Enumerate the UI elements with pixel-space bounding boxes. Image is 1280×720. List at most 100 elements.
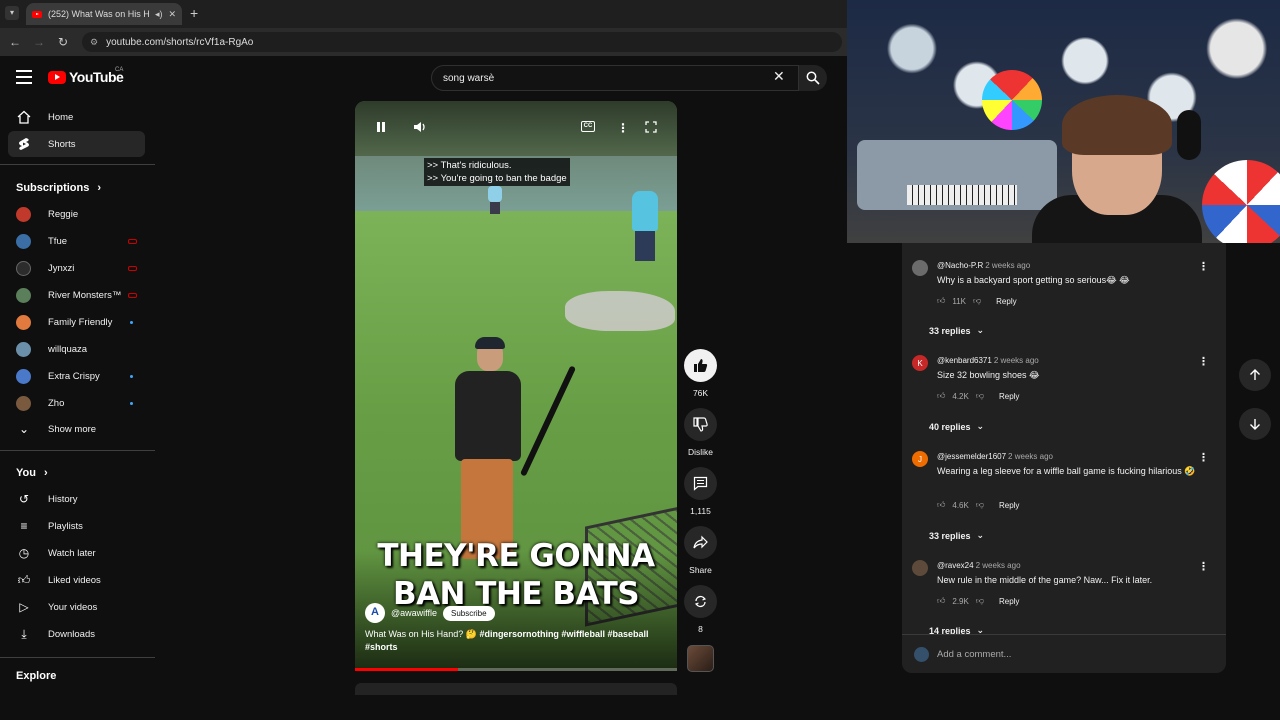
next-short-preview[interactable] [355, 683, 677, 695]
comment-text: Wearing a leg sleeve for a wiffle ball g… [937, 466, 1196, 476]
sidebar-item-sub[interactable]: Tfue [8, 228, 145, 254]
sidebar-item-liked-videos[interactable]: 👍︎ Liked videos [8, 567, 145, 593]
comment-author[interactable]: @jessemelder1607 [937, 452, 1006, 461]
comment-author[interactable]: @Nacho-P.R [937, 261, 983, 270]
youtube-logo[interactable]: YouTube [48, 69, 124, 85]
comment-author[interactable]: @ravex24 [937, 561, 974, 570]
url-field[interactable]: ⚙ youtube.com/shorts/rcVf1a-RgAo [82, 32, 842, 52]
comment-more-icon[interactable]: ⋮ [1198, 560, 1209, 573]
volume-icon[interactable] [413, 121, 427, 136]
browser-tab[interactable]: (252) What Was on His Han ◂) ✕ [26, 3, 182, 25]
view-replies-button[interactable]: 33 replies ⌄ [929, 530, 984, 541]
video-progress-bar[interactable] [355, 668, 677, 671]
sidebar-item-sub[interactable]: Family Friendly [8, 309, 145, 335]
you-heading[interactable]: You › [16, 467, 48, 479]
dislike-button[interactable] [684, 408, 717, 441]
sidebar-item-your-videos[interactable]: ▷ Your videos [8, 594, 145, 620]
share-button[interactable] [684, 526, 717, 559]
video-title[interactable]: What Was on His Hand? 🤔 #dingersornothin… [365, 628, 665, 654]
sidebar-item-sub[interactable]: willquaza [8, 336, 145, 362]
thumbs-up-icon[interactable]: 👍︎ [937, 596, 945, 606]
url-text: youtube.com/shorts/rcVf1a-RgAo [106, 36, 254, 48]
reload-icon[interactable]: ↻ [51, 35, 75, 49]
channel-name[interactable]: @awawiffle [391, 608, 437, 618]
reply-button[interactable]: Reply [999, 597, 1019, 606]
menu-icon[interactable] [16, 70, 32, 84]
comment-author[interactable]: @kenbard6371 [937, 356, 992, 365]
channel-avatar[interactable] [365, 603, 385, 623]
reply-button[interactable]: Reply [999, 392, 1019, 401]
avatar[interactable] [912, 260, 928, 276]
avatar[interactable]: J [912, 451, 928, 467]
shorts-video-player[interactable]: CC ⋮ >> That's ridiculous. >> You're goi… [355, 101, 677, 671]
subscriptions-heading[interactable]: Subscriptions › [16, 182, 101, 194]
overlay-line: THEY'RE GONNA [377, 538, 655, 574]
site-info-icon[interactable]: ⚙ [90, 37, 98, 48]
show-more-button[interactable]: ⌄ Show more [8, 416, 145, 442]
search-button[interactable] [799, 65, 827, 91]
sidebar-item-sub[interactable]: Jynxzi [8, 255, 145, 281]
comment-text: Size 32 bowling shoes 😂 [937, 370, 1040, 380]
search-input[interactable]: song warsè [431, 65, 799, 91]
sound-thumbnail[interactable] [687, 645, 714, 672]
view-replies-button[interactable]: 33 replies ⌄ [929, 325, 984, 336]
thumbs-up-icon[interactable]: 👍︎ [937, 296, 945, 306]
remix-button[interactable] [684, 585, 717, 618]
headphones [1177, 110, 1201, 160]
comments-button[interactable] [684, 467, 717, 500]
comment-more-icon[interactable]: ⋮ [1198, 451, 1209, 464]
previous-short-button[interactable] [1239, 359, 1271, 391]
reply-button[interactable]: Reply [996, 297, 1016, 306]
sidebar-item-home[interactable]: Home [8, 104, 145, 130]
fullscreen-icon[interactable] [645, 121, 657, 136]
more-options-icon[interactable]: ⋮ [617, 121, 629, 135]
comment-more-icon[interactable]: ⋮ [1198, 260, 1209, 273]
live-icon [128, 265, 137, 271]
thumbs-down-icon[interactable]: 👎︎ [976, 500, 984, 510]
shorts-icon [16, 137, 32, 151]
subscribe-button[interactable]: Subscribe [443, 605, 495, 621]
comment-text: New rule in the middle of the game? Naw.… [937, 575, 1153, 585]
chevron-right-icon: › [43, 467, 48, 479]
forward-icon[interactable]: → [27, 35, 51, 49]
sidebar-item-sub[interactable]: Extra Crispy [8, 363, 145, 389]
captions-icon[interactable]: CC [581, 121, 595, 132]
comment-more-icon[interactable]: ⋮ [1198, 355, 1209, 368]
thumbs-down-icon[interactable]: 👎︎ [973, 296, 981, 306]
tab-search-icon[interactable]: ▾ [5, 6, 19, 20]
comment-meta: @Nacho-P.R 2 weeks ago [937, 261, 1030, 270]
sidebar-item-downloads[interactable]: ⤓ Downloads [8, 621, 145, 647]
avatar[interactable]: K [912, 355, 928, 371]
comment-meta: @ravex24 2 weeks ago [937, 561, 1021, 570]
view-replies-button[interactable]: 40 replies ⌄ [929, 421, 984, 432]
show-more-label: Show more [48, 423, 97, 435]
sidebar-item-sub[interactable]: Zho [8, 390, 145, 416]
like-button[interactable] [684, 349, 717, 382]
speaker-icon[interactable]: ◂) [155, 9, 163, 20]
sidebar-item-watch-later[interactable]: ◷ Watch later [8, 540, 145, 566]
video-hashtag-shorts[interactable]: #shorts [365, 642, 398, 652]
pause-icon[interactable] [375, 121, 387, 136]
sidebar-item-sub[interactable]: River Monsters™ [8, 282, 145, 308]
next-short-button[interactable] [1239, 408, 1271, 440]
add-comment-field[interactable]: Add a comment... [902, 634, 1226, 673]
sidebar-item-sub[interactable]: Reggie [8, 201, 145, 227]
comment-meta: @kenbard6371 2 weeks ago [937, 356, 1039, 365]
new-tab-icon[interactable]: + [190, 5, 198, 21]
back-icon[interactable]: ← [3, 35, 27, 49]
thumbs-down-icon[interactable]: 👎︎ [976, 391, 984, 401]
clear-search-icon[interactable]: ✕ [773, 68, 785, 85]
caption-line: >> You're going to ban the badge [427, 173, 567, 184]
sidebar-item-shorts[interactable]: Shorts [8, 131, 145, 157]
sidebar-item-playlists[interactable]: ≡ Playlists [8, 513, 145, 539]
video-hashtags[interactable]: #dingersornothing #wiffleball #baseball [479, 629, 648, 639]
comment-time: 2 weeks ago [993, 356, 1039, 365]
thumbs-up-icon[interactable]: 👍︎ [937, 500, 945, 510]
sidebar-item-history[interactable]: ↺ History [8, 486, 145, 512]
reply-button[interactable]: Reply [999, 501, 1019, 510]
sidebar-item-label: History [48, 493, 78, 505]
thumbs-up-icon[interactable]: 👍︎ [937, 391, 945, 401]
tab-close-icon[interactable]: ✕ [168, 9, 176, 20]
thumbs-down-icon[interactable]: 👎︎ [976, 596, 984, 606]
avatar[interactable] [912, 560, 928, 576]
